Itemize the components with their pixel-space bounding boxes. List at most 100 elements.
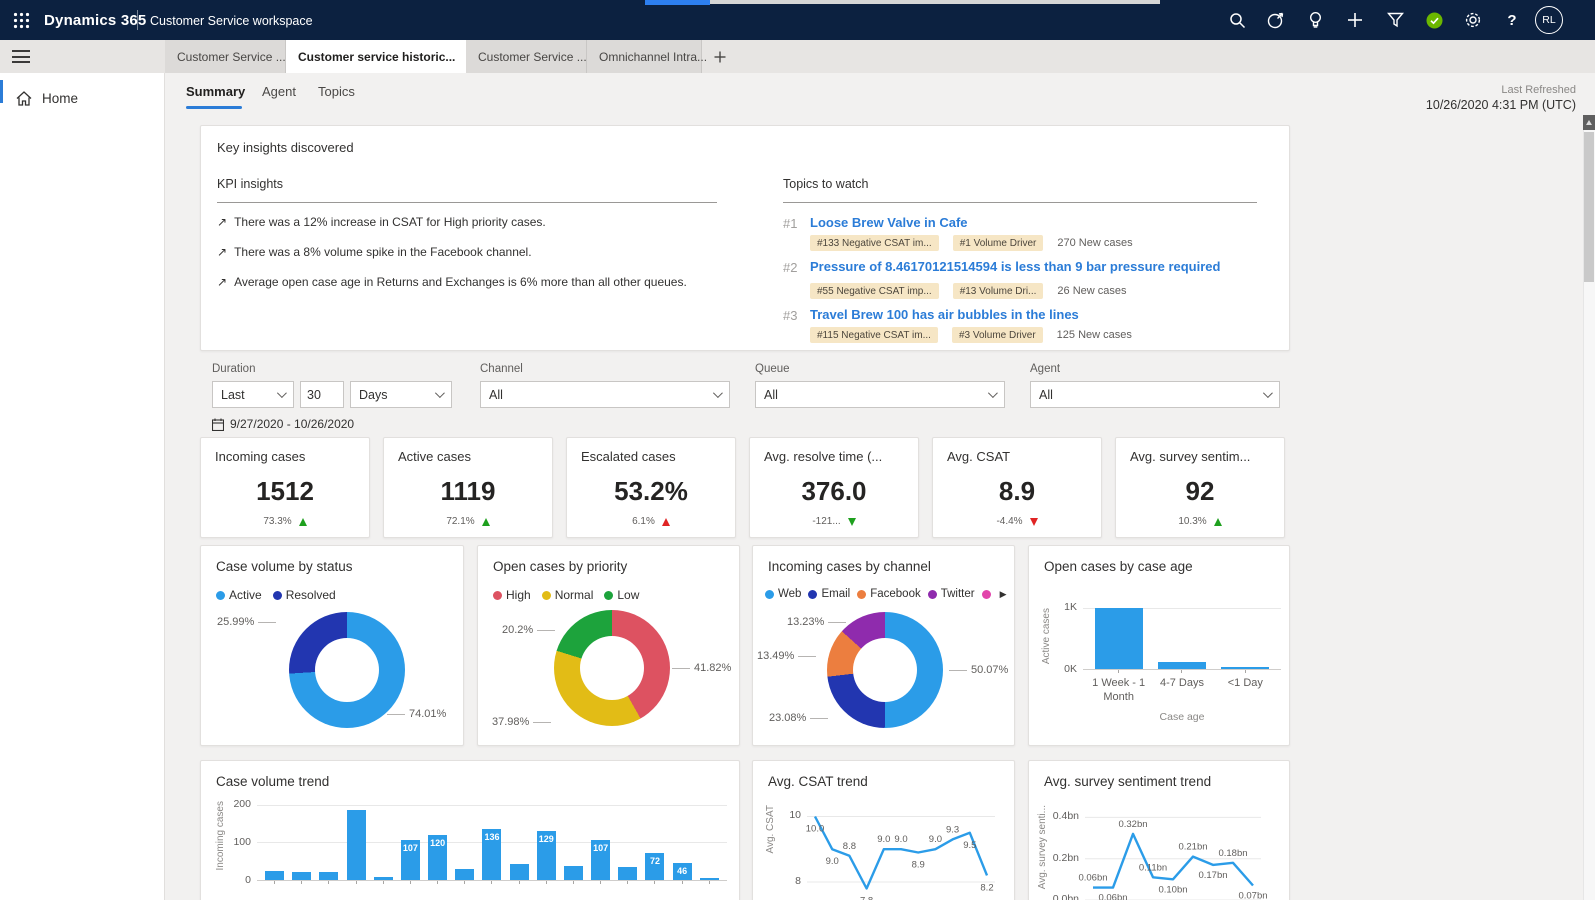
gridline	[257, 805, 727, 806]
line-plot: 10.09.08.87.89.09.08.99.09.39.58.2	[807, 805, 995, 900]
search-icon[interactable]	[1224, 8, 1250, 32]
topic-link[interactable]: Pressure of 8.46170121514594 is less tha…	[810, 259, 1220, 274]
legend-dot-icon	[604, 591, 613, 600]
y-tick-label: 0.2bn	[1053, 852, 1079, 864]
y-tick-label: 0K	[1064, 663, 1077, 675]
settings-gear-icon[interactable]	[1460, 8, 1486, 32]
avg-survey-sentiment-trend-chart: Avg. survey senti... 0.4bn0.2bn0.0bn 0.0…	[1037, 805, 1283, 900]
tab-omnichannel-intraday[interactable]: Omnichannel Intra...	[587, 40, 702, 73]
active-tab-underline	[186, 106, 242, 109]
top-edge-blue-strip	[645, 0, 710, 5]
x-tick	[587, 881, 614, 884]
topic-row: #3 Travel Brew 100 has air bubbles in th…	[783, 307, 1132, 343]
y-tick-label: 1K	[1064, 601, 1077, 613]
bar-value-label: 107	[591, 843, 610, 853]
kpi-insight-item: ↗Average open case age in Returns and Ex…	[217, 275, 687, 289]
bar-slot: 136	[478, 801, 505, 880]
sidebar-item-home[interactable]: Home	[0, 80, 165, 117]
user-avatar[interactable]: RL	[1535, 6, 1563, 34]
negative-csat-badge: #55 Negative CSAT imp...	[810, 283, 939, 299]
y-axis-title: Incoming cases	[215, 801, 229, 870]
queue-select[interactable]: All	[755, 381, 1005, 408]
scroll-up-button[interactable]	[1583, 115, 1595, 130]
help-icon[interactable]: ?	[1499, 8, 1525, 32]
svg-text:9.0: 9.0	[826, 856, 839, 867]
legend-item: Email	[808, 588, 850, 600]
section-rule	[217, 202, 717, 203]
svg-text:7.8: 7.8	[860, 896, 873, 900]
topic-rank: #3	[783, 307, 810, 343]
kpi-card-active-cases: Active cases 1119 72.1%	[383, 437, 553, 538]
new-tab-button[interactable]	[705, 40, 735, 73]
up-right-arrow-icon: ↗	[217, 275, 227, 289]
hamburger-menu-icon[interactable]	[12, 50, 30, 63]
presence-available-icon[interactable]	[1421, 8, 1447, 32]
channel-select[interactable]: All	[480, 381, 730, 408]
legend-item: Twitter	[928, 588, 975, 600]
volume-driver-badge: #1 Volume Driver	[953, 235, 1044, 251]
filter-icon[interactable]	[1382, 8, 1408, 32]
legend-label: Normal	[555, 588, 594, 602]
top-edge-gray-strip	[710, 0, 1160, 4]
negative-csat-badge: #115 Negative CSAT im...	[810, 327, 938, 343]
duration-operator-select[interactable]: Last	[212, 381, 294, 408]
negative-csat-badge: #133 Negative CSAT im...	[810, 235, 939, 251]
kpi-insight-item: ↗There was a 8% volume spike in the Face…	[217, 245, 532, 259]
tab-customer-service-1[interactable]: Customer Service ...	[165, 40, 286, 73]
topic-link[interactable]: Loose Brew Valve in Cafe	[810, 215, 1133, 230]
x-tick	[641, 881, 668, 884]
bar	[265, 871, 284, 880]
legend-dot-icon	[928, 590, 937, 599]
bar-slot	[696, 801, 723, 880]
waffle-icon[interactable]	[8, 8, 34, 32]
bar-slot	[261, 801, 288, 880]
chart-legend: WebEmailFacebookTwitter▶	[765, 588, 1007, 600]
agent-select[interactable]: All	[1030, 381, 1280, 408]
x-tick	[478, 881, 505, 884]
bar	[700, 878, 719, 880]
bar	[1158, 662, 1206, 669]
app-name[interactable]: Customer Service workspace	[150, 14, 313, 28]
top-navbar: Dynamics 365 Customer Service workspace …	[0, 0, 1595, 40]
new-cases-count: 26 New cases	[1057, 285, 1126, 297]
tab-customer-service-historical[interactable]: Customer service historic...	[286, 40, 466, 73]
bar-plot	[1083, 608, 1281, 670]
open-cases-by-priority-card: Open cases by priority HighNormalLow 20.…	[477, 545, 740, 746]
x-tick	[696, 881, 723, 884]
topic-link[interactable]: Travel Brew 100 has air bubbles in the l…	[810, 307, 1132, 322]
trend-arrow-icon	[848, 518, 856, 526]
tab-customer-service-2[interactable]: Customer Service ...	[466, 40, 587, 73]
brand-title[interactable]: Dynamics 365	[44, 12, 146, 29]
lightbulb-icon[interactable]	[1302, 8, 1328, 32]
x-tick	[261, 881, 288, 884]
scrollbar-thumb[interactable]	[1584, 132, 1594, 282]
svg-text:0.07bn: 0.07bn	[1238, 891, 1267, 900]
legend-dot-icon	[765, 590, 774, 599]
x-axis-ticks	[257, 881, 727, 884]
kpi-delta: 6.1%	[632, 516, 655, 527]
legend-label: Active	[229, 588, 262, 602]
bar	[564, 866, 583, 880]
bar-slot	[1087, 608, 1150, 669]
plus-icon[interactable]	[1342, 8, 1368, 32]
legend-overflow-arrow-icon[interactable]: ▶	[1000, 589, 1007, 600]
duration-value-input[interactable]	[300, 381, 344, 408]
y-axis-title: Active cases	[1041, 608, 1055, 664]
bar-value-label: 46	[673, 866, 692, 876]
bar-slot: 120	[424, 801, 451, 880]
tab-agent[interactable]: Agent	[262, 84, 296, 99]
bar-slot: 129	[533, 801, 560, 880]
x-axis-categories: 1 Week - 1 Month4-7 Days<1 Day	[1083, 677, 1281, 705]
duration-unit-select[interactable]: Days	[350, 381, 452, 408]
tab-label: Omnichannel Intra...	[599, 50, 707, 64]
chevron-down-icon	[435, 388, 445, 398]
guided-tour-icon[interactable]	[1263, 8, 1289, 32]
trend-arrow-icon	[1030, 518, 1038, 526]
topic-row: #1 Loose Brew Valve in Cafe #133 Negativ…	[783, 215, 1133, 251]
topics-to-watch-heading: Topics to watch	[783, 177, 868, 191]
tab-summary[interactable]: Summary	[186, 84, 245, 99]
svg-text:9.5: 9.5	[963, 840, 976, 851]
date-range[interactable]: 9/27/2020 - 10/26/2020	[212, 417, 354, 431]
volume-driver-badge: #3 Volume Driver	[952, 327, 1043, 343]
tab-topics[interactable]: Topics	[318, 84, 355, 99]
